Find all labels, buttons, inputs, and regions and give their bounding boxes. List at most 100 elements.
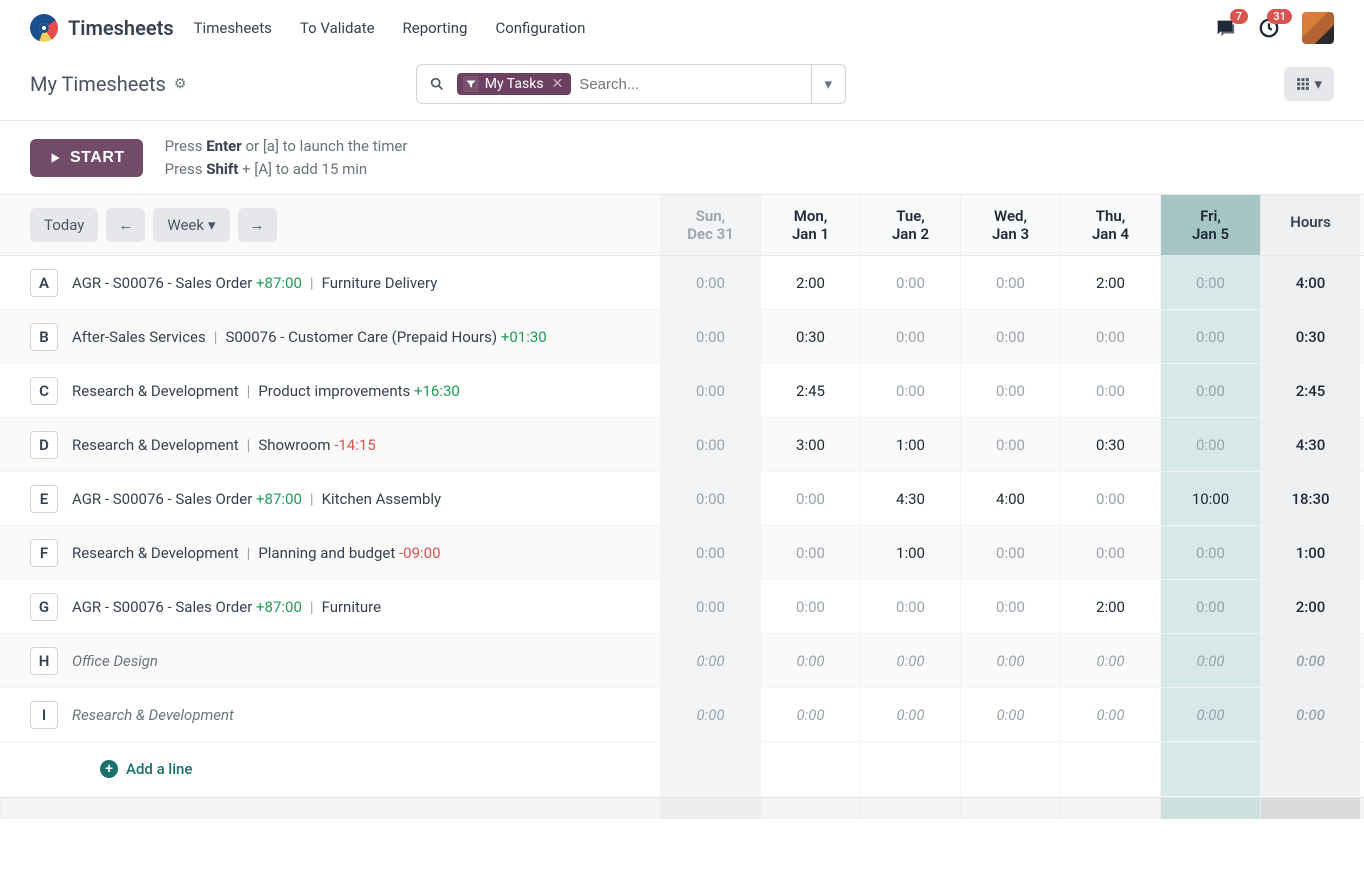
time-cell[interactable]: 0:00 (660, 634, 760, 687)
time-cell[interactable]: 0:00 (860, 364, 960, 417)
time-cell[interactable]: 0:00 (960, 634, 1060, 687)
time-cell[interactable]: 0:00 (860, 256, 960, 309)
time-cell[interactable]: 0:00 (1160, 418, 1260, 471)
time-cell[interactable]: 1:00 (860, 418, 960, 471)
row-description[interactable]: AGR - S00076 - Sales Order +87:00|Furnit… (72, 598, 381, 616)
time-cell[interactable]: 0:00 (1160, 580, 1260, 633)
time-cell[interactable]: 2:00 (1060, 256, 1160, 309)
time-cell[interactable]: 0:00 (960, 688, 1060, 741)
row-key[interactable]: A (30, 269, 58, 297)
time-cell[interactable]: 0:00 (760, 634, 860, 687)
time-cell[interactable]: 4:00 (960, 472, 1060, 525)
table-row: B After-Sales Services|S00076 - Customer … (0, 310, 1364, 364)
nav-to-validate[interactable]: To Validate (300, 19, 375, 37)
time-cell[interactable]: 0:00 (960, 580, 1060, 633)
time-cell[interactable]: 4:30 (860, 472, 960, 525)
time-cell[interactable]: 1:00 (860, 526, 960, 579)
messages-badge: 7 (1230, 9, 1248, 24)
row-description[interactable]: Research & Development|Product improveme… (72, 382, 460, 400)
time-cell[interactable]: 0:00 (960, 256, 1060, 309)
messages-icon[interactable]: 7 (1214, 17, 1236, 39)
time-cell[interactable]: 0:00 (1160, 310, 1260, 363)
time-cell[interactable]: 0:00 (1160, 256, 1260, 309)
user-avatar[interactable] (1302, 12, 1334, 44)
row-description[interactable]: Office Design (72, 652, 158, 670)
app-title: Timesheets (68, 16, 174, 40)
time-cell[interactable]: 0:00 (660, 310, 760, 363)
row-description[interactable]: Research & Development|Planning and budg… (72, 544, 441, 562)
nav-reporting[interactable]: Reporting (403, 19, 468, 37)
time-cell[interactable]: 0:00 (760, 580, 860, 633)
start-button[interactable]: START (30, 139, 143, 177)
time-cell[interactable]: 0:00 (1160, 526, 1260, 579)
time-cell[interactable]: 3:00 (760, 418, 860, 471)
table-row: G AGR - S00076 - Sales Order +87:00|Furni… (0, 580, 1364, 634)
search-input[interactable] (579, 76, 810, 93)
row-description[interactable]: Research & Development|Showroom -14:15 (72, 436, 376, 454)
time-cell[interactable]: 2:45 (760, 364, 860, 417)
search-dropdown-toggle[interactable]: ▾ (811, 65, 845, 103)
time-cell[interactable]: 0:00 (960, 418, 1060, 471)
time-cell[interactable]: 0:00 (1160, 364, 1260, 417)
row-description[interactable]: Research & Development (72, 706, 234, 724)
time-cell[interactable]: 0:00 (1160, 634, 1260, 687)
row-description[interactable]: After-Sales Services|S00076 - Customer C… (72, 328, 547, 346)
time-cell[interactable]: 0:00 (660, 418, 760, 471)
view-switcher[interactable]: ▾ (1284, 67, 1334, 101)
row-description[interactable]: AGR - S00076 - Sales Order +87:00|Furnit… (72, 274, 437, 292)
filter-chip-remove[interactable]: ✕ (550, 76, 566, 92)
time-cell[interactable]: 0:00 (860, 310, 960, 363)
time-cell[interactable]: 0:00 (960, 526, 1060, 579)
time-cell[interactable]: 0:00 (660, 580, 760, 633)
app-logo-icon[interactable] (30, 14, 58, 42)
time-cell[interactable]: 10:00 (1160, 472, 1260, 525)
time-cell[interactable]: 0:00 (960, 310, 1060, 363)
time-cell[interactable]: 2:00 (1060, 580, 1160, 633)
time-cell[interactable]: 0:00 (660, 472, 760, 525)
time-cell[interactable]: 0:00 (660, 688, 760, 741)
row-key[interactable]: D (30, 431, 58, 459)
row-total: 2:45 (1260, 364, 1360, 417)
row-key[interactable]: F (30, 539, 58, 567)
time-cell[interactable]: 0:00 (860, 634, 960, 687)
filter-chip-my-tasks[interactable]: My Tasks ✕ (457, 73, 572, 95)
time-cell[interactable]: 0:00 (1160, 688, 1260, 741)
time-cell[interactable]: 2:00 (760, 256, 860, 309)
time-cell[interactable]: 0:00 (660, 526, 760, 579)
time-cell[interactable]: 0:00 (1060, 526, 1160, 579)
time-cell[interactable]: 0:00 (860, 688, 960, 741)
row-key[interactable]: E (30, 485, 58, 513)
period-selector[interactable]: Week▾ (153, 208, 229, 242)
time-cell[interactable]: 0:00 (760, 688, 860, 741)
row-key[interactable]: I (30, 701, 58, 729)
add-line-button[interactable]: + Add a line (0, 742, 660, 796)
time-cell[interactable]: 0:00 (860, 580, 960, 633)
time-cell[interactable]: 0:00 (660, 364, 760, 417)
time-cell[interactable]: 0:00 (660, 256, 760, 309)
time-cell[interactable]: 0:00 (960, 364, 1060, 417)
row-total: 4:00 (1260, 256, 1360, 309)
time-cell[interactable]: 0:00 (1060, 688, 1160, 741)
time-cell[interactable]: 0:30 (1060, 418, 1160, 471)
search-bar[interactable]: My Tasks ✕ ▾ (416, 64, 846, 104)
nav-timesheets[interactable]: Timesheets (194, 19, 272, 37)
today-button[interactable]: Today (30, 208, 98, 242)
nav-configuration[interactable]: Configuration (495, 19, 585, 37)
row-key[interactable]: C (30, 377, 58, 405)
row-key[interactable]: B (30, 323, 58, 351)
gear-icon[interactable]: ⚙ (174, 76, 187, 92)
time-cell[interactable]: 0:00 (760, 472, 860, 525)
time-cell[interactable]: 0:00 (760, 526, 860, 579)
time-cell[interactable]: 0:00 (1060, 472, 1160, 525)
time-cell[interactable]: 0:00 (1060, 310, 1160, 363)
row-description[interactable]: AGR - S00076 - Sales Order +87:00|Kitche… (72, 490, 441, 508)
time-cell[interactable]: 0:00 (1060, 364, 1160, 417)
next-period-button[interactable]: → (238, 208, 277, 242)
time-cell[interactable]: 0:00 (1060, 634, 1160, 687)
prev-period-button[interactable]: ← (106, 208, 145, 242)
table-row: D Research & Development|Showroom -14:15 0… (0, 418, 1364, 472)
row-key[interactable]: H (30, 647, 58, 675)
row-key[interactable]: G (30, 593, 58, 621)
activities-icon[interactable]: 31 (1258, 17, 1280, 39)
time-cell[interactable]: 0:30 (760, 310, 860, 363)
